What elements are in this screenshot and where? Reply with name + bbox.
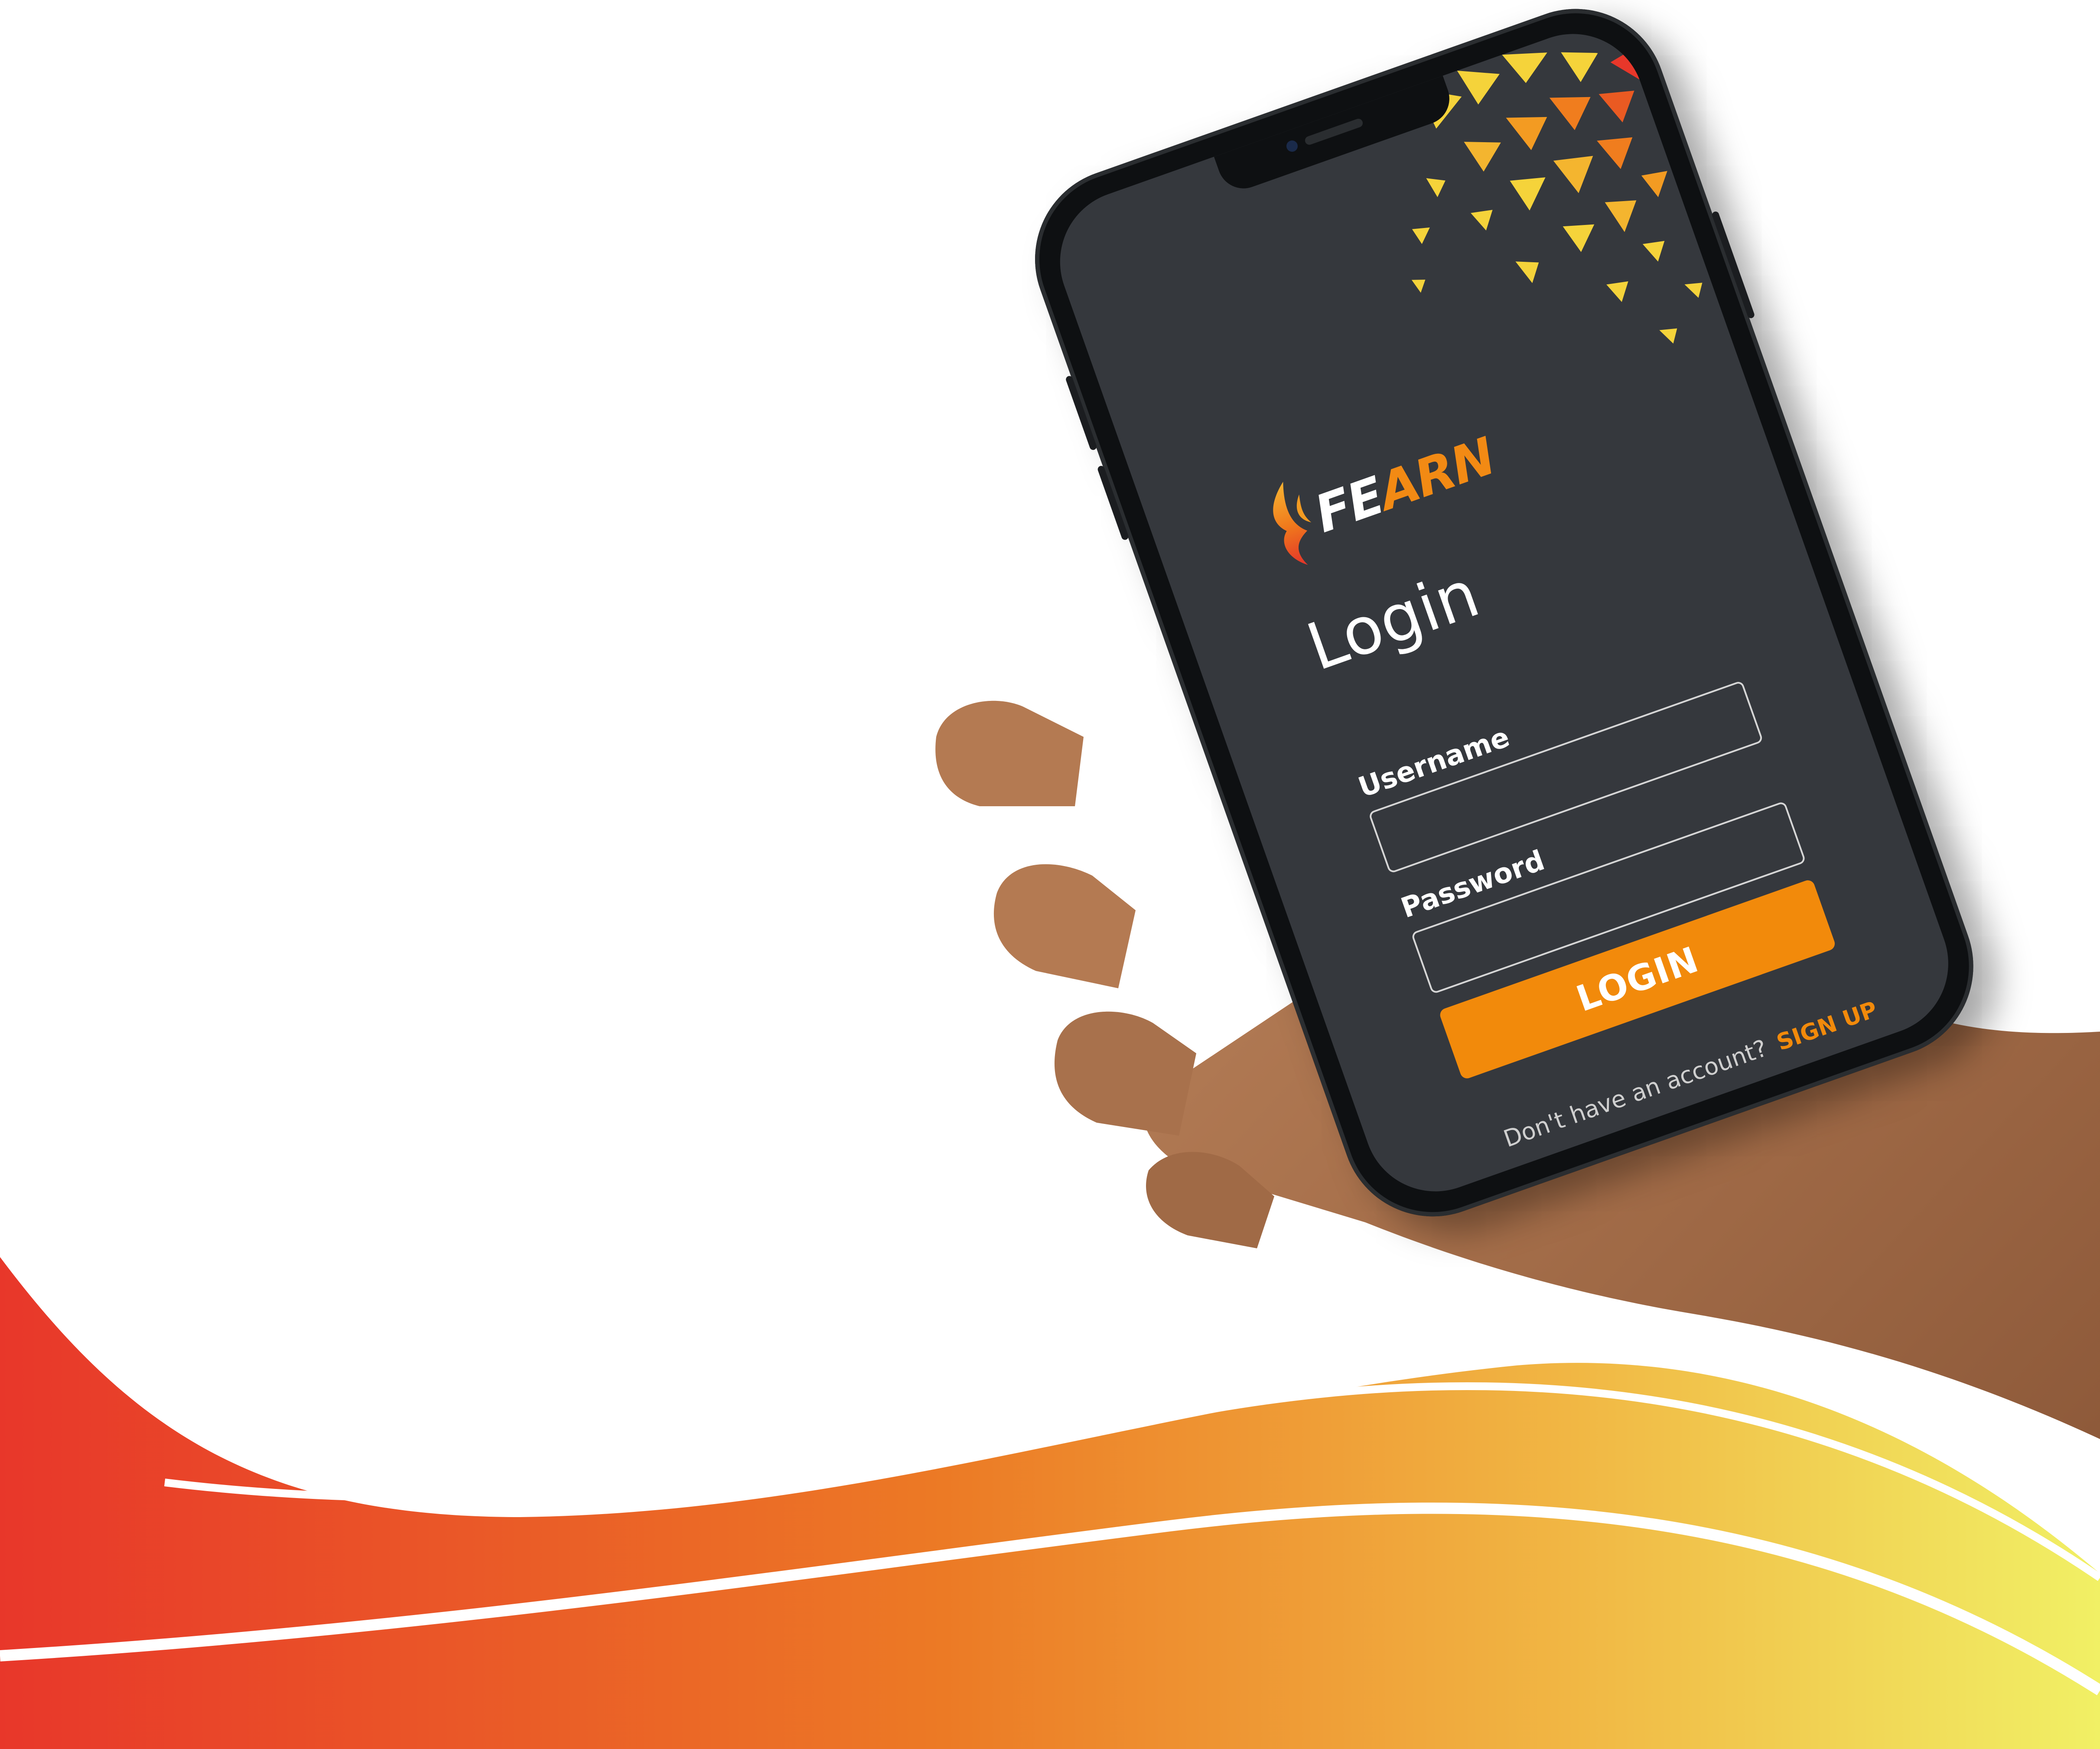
earpiece-speaker [1304, 117, 1364, 146]
front-camera [1285, 139, 1299, 153]
signup-link[interactable]: SIGN UP [1773, 997, 1881, 1056]
scene: FEARN Login Username Password LOGIN Don'… [0, 0, 2100, 1749]
